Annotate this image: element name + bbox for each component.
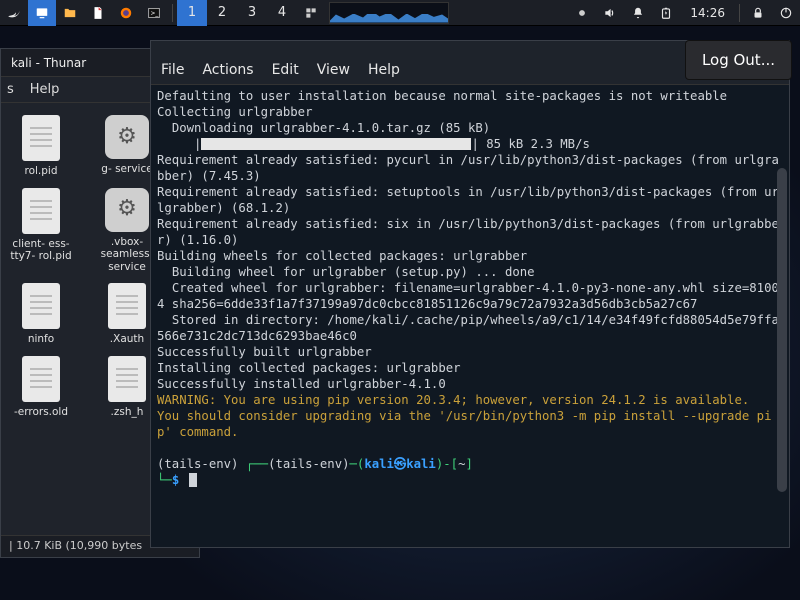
document-icon — [108, 283, 146, 329]
kali-menu-icon[interactable] — [0, 0, 28, 26]
progress-bar — [201, 138, 471, 150]
firefox-icon[interactable] — [112, 0, 140, 26]
term-line: Successfully installed urlgrabber-4.1.0 — [157, 377, 446, 391]
terminal-launcher-icon[interactable]: >_ — [140, 0, 168, 26]
prompt-userhost: kali㉿kali — [364, 457, 436, 471]
prompt-dollar: $ — [172, 473, 179, 487]
terminal-window[interactable]: File Actions Edit View Help Defaulting t… — [150, 40, 790, 548]
file-manager-icon[interactable] — [56, 0, 84, 26]
cpu-graph[interactable] — [329, 2, 449, 24]
file-label: g- service — [101, 163, 152, 176]
text-editor-icon[interactable] — [84, 0, 112, 26]
file-label: client- ess-tty7- rol.pid — [7, 238, 75, 263]
power-icon[interactable] — [772, 0, 800, 26]
term-warning: You should consider upgrading via the '/… — [157, 409, 771, 439]
thunar-menu-help[interactable]: Help — [30, 82, 60, 97]
document-icon — [22, 115, 60, 161]
term-warning: WARNING: You are using pip version 20.3.… — [157, 393, 749, 407]
menu-help[interactable]: Help — [368, 62, 400, 78]
file-item[interactable]: ninfo — [7, 283, 75, 346]
thunar-title: kali - Thunar — [11, 56, 86, 70]
term-line: Installing collected packages: urlgrabbe… — [157, 361, 461, 375]
prompt-env2: (tails-env) — [268, 457, 349, 471]
workspace-2[interactable]: 2 — [207, 0, 237, 26]
file-label: .Xauth — [110, 333, 144, 346]
recording-icon[interactable] — [568, 0, 596, 26]
menu-file[interactable]: File — [161, 62, 184, 78]
taskbar-app-desktop[interactable] — [28, 0, 56, 26]
file-label: .zsh_h — [111, 406, 144, 419]
clock[interactable]: 14:26 — [680, 6, 735, 20]
svg-text:>_: >_ — [151, 10, 159, 16]
panel-divider — [172, 4, 173, 22]
terminal-menubar: File Actions Edit View Help — [151, 62, 410, 84]
file-label: ninfo — [28, 333, 54, 346]
workspace-overview-icon[interactable] — [297, 0, 325, 26]
lock-icon[interactable] — [744, 0, 772, 26]
file-label: rol.pid — [24, 165, 57, 178]
menu-view[interactable]: View — [317, 62, 350, 78]
term-line: Defaulting to user installation because … — [157, 89, 727, 103]
prompt-env: (tails-env) — [157, 457, 246, 471]
term-line: Building wheel for urlgrabber (setup.py)… — [157, 265, 535, 279]
top-panel: >_ 1 2 3 4 14:26 — [0, 0, 800, 26]
term-line: Created wheel for urlgrabber: filename=u… — [157, 281, 779, 311]
notifications-icon[interactable] — [624, 0, 652, 26]
terminal-output[interactable]: Defaulting to user installation because … — [151, 85, 789, 547]
term-line: Downloading urlgrabber-4.1.0.tar.gz (85 … — [157, 121, 490, 135]
document-icon — [22, 188, 60, 234]
menu-edit[interactable]: Edit — [272, 62, 299, 78]
file-item[interactable]: client- ess-tty7- rol.pid — [7, 188, 75, 274]
term-line: Successfully built urlgrabber — [157, 345, 372, 359]
document-icon — [22, 356, 60, 402]
term-line: Requirement already satisfied: six in /u… — [157, 217, 779, 247]
workspace-3[interactable]: 3 — [237, 0, 267, 26]
volume-icon[interactable] — [596, 0, 624, 26]
terminal-scrollbar[interactable] — [777, 168, 787, 491]
term-line: Stored in directory: /home/kali/.cache/p… — [157, 313, 779, 343]
document-icon — [22, 283, 60, 329]
gear-icon: ⚙ — [105, 188, 149, 232]
menu-actions[interactable]: Actions — [202, 62, 253, 78]
thunar-menu-item[interactable]: s — [7, 82, 14, 97]
logout-button[interactable]: Log Out... — [685, 40, 792, 80]
workspace-4[interactable]: 4 — [267, 0, 297, 26]
term-line: 85 kB 2.3 MB/s — [479, 137, 590, 151]
prompt-box: └─ — [157, 473, 172, 487]
gear-icon: ⚙ — [105, 115, 149, 159]
file-label: -errors.old — [14, 406, 68, 419]
battery-icon[interactable] — [652, 0, 680, 26]
panel-divider — [739, 4, 740, 22]
document-icon — [108, 356, 146, 402]
workspace-1[interactable]: 1 — [177, 0, 207, 26]
term-line: Collecting urlgrabber — [157, 105, 312, 119]
prompt-box: ┌── — [246, 457, 268, 471]
term-line: Requirement already satisfied: pycurl in… — [157, 153, 779, 183]
term-line: Building wheels for collected packages: … — [157, 249, 527, 263]
cursor — [189, 473, 197, 487]
file-item[interactable]: -errors.old — [7, 356, 75, 419]
file-item[interactable]: rol.pid — [7, 115, 75, 178]
term-line: Requirement already satisfied: setuptool… — [157, 185, 779, 215]
